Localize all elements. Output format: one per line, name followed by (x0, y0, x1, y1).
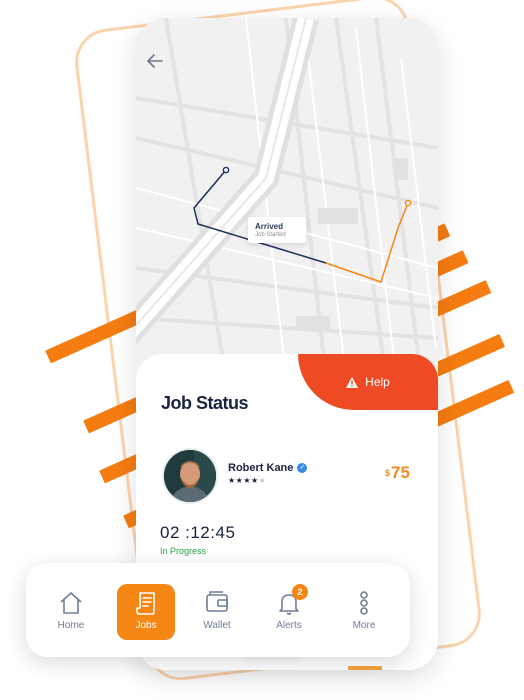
popup-title: Arrived (255, 222, 284, 231)
nav-item-more[interactable]: More (335, 584, 393, 640)
popup-subtitle: Job Started (255, 232, 286, 238)
driver-name: Robert Kane ✓ (228, 462, 308, 474)
nav-label-alerts: Alerts (276, 620, 302, 631)
star-icon: ★ (251, 476, 259, 485)
warning-icon (346, 376, 359, 388)
page-title: Job Status (161, 393, 249, 413)
star-icon: ★ (243, 476, 252, 485)
nav-item-alerts[interactable]: 2 Alerts (260, 584, 318, 640)
nav-label-home: Home (57, 620, 85, 631)
document-icon (136, 592, 155, 615)
price-amount: 75 (391, 463, 410, 482)
help-label: Help (365, 375, 390, 389)
star-empty-icon: ★ (258, 476, 267, 485)
job-price: $75 (385, 463, 410, 483)
more-vertical-icon (360, 591, 368, 615)
job-status-text: In Progress (160, 546, 207, 556)
driver-rating: ★★★★★ (228, 476, 266, 485)
nav-item-jobs[interactable]: Jobs (117, 584, 175, 640)
nav-item-home[interactable]: Home (42, 584, 100, 640)
nav-label-more: More (352, 620, 376, 631)
avatar[interactable] (162, 448, 218, 504)
price-currency: $ (385, 468, 391, 478)
verified-icon: ✓ (297, 463, 308, 473)
nav-label-jobs: Jobs (135, 620, 157, 631)
back-arrow-icon[interactable] (144, 50, 166, 72)
nav-item-wallet[interactable]: Wallet (188, 584, 246, 640)
background-tab-indicator (348, 666, 382, 670)
wallet-icon (206, 591, 228, 612)
driver-name-label: Robert Kane (228, 462, 294, 474)
star-icon: ★ (228, 476, 236, 485)
route-map[interactable] (136, 18, 438, 378)
bottom-navigation: Home Jobs Wallet 2 Alerts More (26, 563, 410, 657)
nav-label-wallet: Wallet (203, 620, 231, 631)
home-icon (60, 592, 82, 614)
map-status-popup: Arrived Job Started (248, 217, 306, 243)
driver-photo (164, 450, 216, 502)
job-timer: 02 :12:45 (160, 523, 236, 542)
alerts-badge: 2 (292, 584, 308, 600)
help-button[interactable]: Help (298, 354, 438, 410)
